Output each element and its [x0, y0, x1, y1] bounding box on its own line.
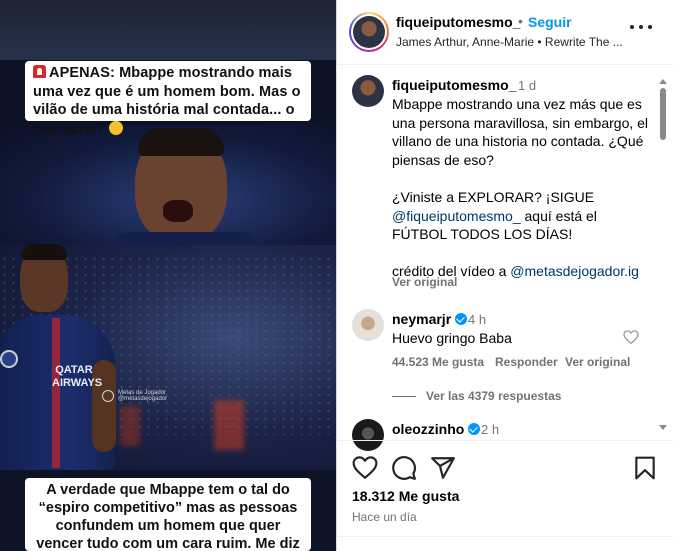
- scrollbar-thumb[interactable]: [660, 88, 666, 140]
- caption-author-avatar[interactable]: [352, 75, 384, 107]
- replies-line: [392, 396, 416, 397]
- bookmark-icon[interactable]: [632, 455, 658, 481]
- comment-like-count[interactable]: 44.523 Me gusta: [392, 355, 484, 369]
- credit-mention-link[interactable]: @metasdejogador.ig: [510, 263, 639, 279]
- siren-icon: [33, 65, 46, 78]
- commenter-username[interactable]: neymarjr: [392, 311, 468, 327]
- club-badge-icon: [0, 350, 18, 368]
- commenter-avatar[interactable]: [352, 309, 384, 341]
- author-avatar[interactable]: [349, 12, 389, 52]
- see-original-comment-button[interactable]: Ver original: [565, 355, 630, 369]
- avatar-inner-ring: [351, 14, 387, 50]
- thinking-emoji-icon: [108, 120, 123, 135]
- verified-badge-icon: [468, 423, 481, 435]
- header-divider: [337, 64, 673, 65]
- jersey-stripe: [52, 318, 60, 468]
- commenter-avatar[interactable]: [352, 419, 384, 451]
- scroll-down-arrow-icon[interactable]: [659, 425, 667, 430]
- comment-icon[interactable]: [391, 455, 417, 481]
- verified-badge-icon: [455, 313, 468, 325]
- caption-line-2-text: ¿Viniste a EXPLORAR? ¡SIGUE: [392, 188, 595, 205]
- player-hair: [138, 128, 224, 156]
- more-options-icon[interactable]: [630, 23, 652, 31]
- caption-body: Mbappe mostrando una vez más que es una …: [392, 95, 654, 281]
- comment-timestamp[interactable]: 2 h: [481, 422, 499, 437]
- mention-link[interactable]: @fiqueiputomesmo_: [392, 208, 521, 224]
- caption-timestamp[interactable]: 1 d: [518, 78, 536, 93]
- comment-timestamp[interactable]: 4 h: [468, 312, 486, 327]
- caption-line-2: ¿Viniste a EXPLORAR? ¡SIGUE @fiqueiputom…: [392, 188, 654, 244]
- watermark-handle: @metasdejogador: [118, 396, 168, 402]
- see-original-button[interactable]: Ver original: [392, 275, 457, 289]
- reel-video[interactable]: QATAR AIRWAYS Metas de Jogador @metasdej…: [0, 0, 336, 551]
- audio-track-link[interactable]: James Arthur, Anne-Marie • Rewrite The .…: [396, 35, 628, 49]
- commenter-username[interactable]: oleozzinho: [392, 421, 481, 437]
- comment-like-heart-icon[interactable]: [623, 330, 639, 344]
- share-icon[interactable]: [430, 455, 456, 481]
- commenter-username-text[interactable]: neymarjr: [392, 311, 451, 327]
- view-replies-button[interactable]: Ver las 4379 respuestas: [426, 389, 561, 403]
- comment-text: Huevo gringo Baba: [392, 330, 512, 346]
- jersey-sponsor: QATAR AIRWAYS: [52, 364, 103, 389]
- commenter-username-text[interactable]: oleozzinho: [392, 421, 464, 437]
- heart-icon[interactable]: [352, 455, 378, 481]
- reply-button[interactable]: Responder: [495, 355, 558, 369]
- footer-divider: [337, 536, 673, 537]
- video-caption-top: APENAS: Mbappe mostrando mais uma vez qu…: [25, 61, 311, 137]
- avatar-image: [353, 16, 385, 48]
- background-figure: [120, 406, 140, 446]
- post-timestamp[interactable]: Hace un día: [352, 510, 417, 524]
- video-background-top: [0, 0, 336, 60]
- watermark-text: Metas de Jogador @metasdejogador: [118, 390, 167, 402]
- video-caption-bottom: A verdade que Mbappe tem o tal do “espir…: [25, 478, 311, 551]
- follow-button[interactable]: Seguir: [528, 14, 572, 30]
- background-figure: [214, 400, 244, 450]
- header-separator: •: [518, 13, 523, 29]
- scroll-up-arrow-icon[interactable]: [659, 79, 667, 84]
- caption-line-1: Mbappe mostrando una vez más que es una …: [392, 96, 649, 168]
- post-like-count[interactable]: 18.312 Me gusta: [352, 488, 459, 504]
- player-hair-small: [21, 244, 67, 260]
- player-mouth: [163, 200, 193, 222]
- author-username[interactable]: fiqueiputomesmo_: [396, 14, 520, 30]
- caption-author-username[interactable]: fiqueiputomesmo_: [392, 77, 516, 93]
- watermark-logo-icon: [102, 390, 114, 402]
- actions-divider: [337, 440, 673, 441]
- panel-divider: [336, 0, 337, 551]
- video-watermark: Metas de Jogador @metasdejogador: [102, 388, 182, 404]
